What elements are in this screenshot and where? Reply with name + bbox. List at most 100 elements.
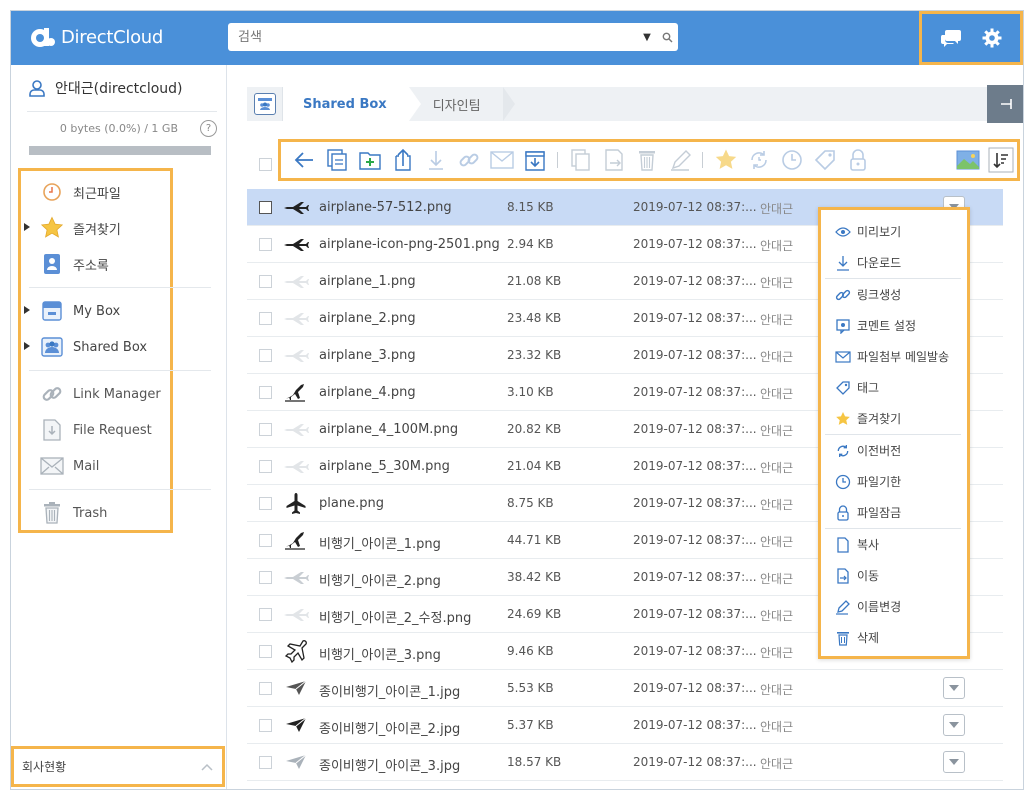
sidebar-item-mybox[interactable]: My Box — [21, 293, 170, 329]
file-name[interactable]: 비행기_아이콘_3.png — [319, 644, 441, 663]
copy-icon[interactable] — [564, 144, 597, 176]
menu-item-tag[interactable]: 태그 — [821, 372, 967, 403]
file-name[interactable]: airplane_5_30M.png — [319, 459, 450, 474]
chat-icon[interactable] — [938, 25, 964, 51]
menu-item-file-lock[interactable]: 파일잠금 — [821, 497, 967, 528]
version-history-icon[interactable] — [742, 144, 775, 176]
star-icon[interactable] — [709, 144, 742, 176]
menu-item-preview[interactable]: 미리보기 — [821, 216, 967, 247]
sidebar-item-trash[interactable]: Trash — [21, 495, 170, 531]
collapse-panel-button[interactable] — [987, 85, 1023, 123]
file-name[interactable]: 종이비행기_아이콘_2.jpg — [319, 718, 460, 737]
help-icon[interactable]: ? — [200, 119, 217, 137]
file-request-icon[interactable] — [518, 144, 551, 176]
file-name[interactable]: 비행기_아이콘_1.png — [319, 533, 441, 552]
file-name[interactable]: plane.png — [319, 496, 384, 511]
menu-item-send-attachment-mail[interactable]: 파일첨부 메일발송 — [821, 341, 967, 372]
clock-icon[interactable] — [775, 144, 808, 176]
sidebar: 안대근(directcloud) 0 bytes (0.0%) / 1 GB ?… — [11, 65, 227, 789]
search-dropdown-icon[interactable]: ▼ — [638, 32, 656, 43]
move-icon[interactable] — [597, 144, 630, 176]
row-checkbox[interactable] — [259, 497, 272, 510]
row-checkbox[interactable] — [259, 719, 272, 732]
company-status-bar[interactable]: 회사현황 — [11, 746, 225, 787]
file-name[interactable]: airplane_4_100M.png — [319, 422, 458, 437]
tag-icon[interactable] — [808, 144, 841, 176]
row-menu-button[interactable] — [943, 714, 965, 736]
chevron-up-icon[interactable] — [200, 762, 214, 772]
rename-icon[interactable] — [663, 144, 696, 176]
row-checkbox[interactable] — [259, 201, 272, 214]
file-name[interactable]: 비행기_아이콘_2.png — [319, 570, 441, 589]
sidebar-item-favorites[interactable]: 즐겨찾기 — [21, 210, 170, 246]
file-name[interactable]: airplane-icon-png-2501.png — [319, 237, 500, 252]
sidebar-item-link-manager[interactable]: Link Manager — [21, 376, 170, 412]
menu-item-copy[interactable]: 복사 — [821, 529, 967, 560]
sidebar-item-recent[interactable]: 최근파일 — [21, 174, 170, 210]
row-checkbox[interactable] — [259, 460, 272, 473]
row-checkbox[interactable] — [259, 423, 272, 436]
row-checkbox[interactable] — [259, 349, 272, 362]
lock-icon[interactable] — [841, 144, 874, 176]
search-icon[interactable] — [656, 24, 678, 50]
menu-item-previous-version[interactable]: 이전버전 — [821, 435, 967, 466]
thumbnail-view-icon[interactable] — [951, 144, 984, 176]
new-file-icon[interactable] — [320, 144, 353, 176]
select-all-checkbox[interactable] — [259, 158, 272, 171]
menu-item-move[interactable]: 이동 — [821, 560, 967, 591]
sidebar-item-file-request[interactable]: File Request — [21, 412, 170, 448]
row-checkbox[interactable] — [259, 645, 272, 658]
row-checkbox[interactable] — [259, 312, 272, 325]
row-checkbox[interactable] — [259, 275, 272, 288]
file-name[interactable]: airplane_3.png — [319, 348, 416, 363]
breadcrumb-home[interactable] — [247, 87, 283, 121]
menu-item-create-link[interactable]: 링크생성 — [821, 279, 967, 310]
sidebar-item-contacts[interactable]: 주소록 — [21, 246, 170, 282]
menu-item-favorite[interactable]: 즐겨찾기 — [821, 403, 967, 434]
breadcrumb-item-shared-box[interactable]: Shared Box — [283, 87, 421, 121]
file-name[interactable]: 종이비행기_아이콘_1.jpg — [319, 681, 460, 700]
table-row[interactable]: 종이비행기_아이콘_3.jpg 18.57 KB 2019-07-12 08:37:… — [247, 744, 1003, 781]
menu-item-rename[interactable]: 이름변경 — [821, 591, 967, 622]
table-row[interactable]: 종이비행기_아이콘_2.jpg 5.37 KB 2019-07-12 08:37:.… — [247, 707, 1003, 744]
menu-item-file-expiry[interactable]: 파일기한 — [821, 466, 967, 497]
table-row[interactable]: 종이비행기_아이콘_1.jpg 5.53 KB 2019-07-12 08:37:.… — [247, 670, 1003, 707]
sidebar-item-sharedbox[interactable]: Shared Box — [21, 329, 170, 365]
download-icon[interactable] — [419, 144, 452, 176]
menu-item-comment-settings[interactable]: 코멘트 설정 — [821, 310, 967, 341]
mail-icon[interactable] — [485, 144, 518, 176]
file-name[interactable]: airplane_4.png — [319, 385, 416, 400]
file-name[interactable]: airplane-57-512.png — [319, 200, 452, 215]
user-name-row[interactable]: 안대근(directcloud) — [27, 75, 217, 101]
sidebar-item-mail[interactable]: Mail — [21, 448, 170, 484]
row-checkbox[interactable] — [259, 571, 272, 584]
row-checkbox[interactable] — [259, 534, 272, 547]
row-menu-button[interactable] — [943, 677, 965, 699]
row-checkbox[interactable] — [259, 238, 272, 251]
row-checkbox[interactable] — [259, 756, 272, 769]
breadcrumb-item-current[interactable]: 디자인팀 — [408, 87, 515, 121]
row-checkbox[interactable] — [259, 682, 272, 695]
row-checkbox[interactable] — [259, 386, 272, 399]
caret-right-icon[interactable] — [24, 306, 30, 314]
upload-icon[interactable] — [386, 144, 419, 176]
row-checkbox[interactable] — [259, 608, 272, 621]
gear-icon[interactable] — [979, 25, 1005, 51]
search-input[interactable] — [228, 24, 638, 50]
file-name[interactable]: 비행기_아이콘_2_수정.png — [319, 607, 471, 626]
caret-right-icon[interactable] — [24, 223, 30, 231]
caret-right-icon[interactable] — [24, 342, 30, 350]
menu-item-label: 다운로드 — [857, 256, 902, 270]
back-icon[interactable] — [287, 144, 320, 176]
menu-item-delete[interactable]: 삭제 — [821, 622, 967, 653]
row-menu-button[interactable] — [943, 751, 965, 773]
brand-logo[interactable]: DirectCloud — [29, 26, 163, 48]
file-name[interactable]: airplane_2.png — [319, 311, 416, 326]
file-name[interactable]: airplane_1.png — [319, 274, 416, 289]
sort-icon[interactable] — [984, 144, 1017, 176]
trash-icon[interactable] — [630, 144, 663, 176]
menu-item-download[interactable]: 다운로드 — [821, 247, 967, 278]
link-icon[interactable] — [452, 144, 485, 176]
file-name[interactable]: 종이비행기_아이콘_3.jpg — [319, 755, 460, 774]
new-folder-icon[interactable] — [353, 144, 386, 176]
